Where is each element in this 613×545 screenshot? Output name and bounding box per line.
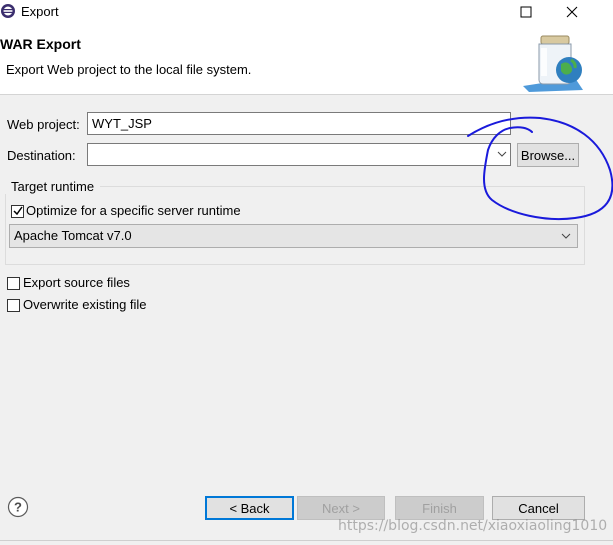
finish-button[interactable]: Finish xyxy=(395,496,484,520)
help-icon[interactable]: ? xyxy=(7,496,29,518)
svg-text:?: ? xyxy=(14,500,22,515)
export-source-label[interactable]: Export source files xyxy=(23,275,130,290)
chevron-down-icon[interactable] xyxy=(496,148,508,160)
overwrite-checkbox[interactable] xyxy=(7,299,20,312)
war-export-jar-icon xyxy=(523,35,583,92)
back-button[interactable]: < Back xyxy=(205,496,294,520)
checkmark-icon xyxy=(13,206,23,216)
web-project-label: Web project: xyxy=(7,117,80,132)
wizard-content: Web project: WYT_JSP Destination: Browse… xyxy=(0,95,613,476)
server-runtime-select[interactable]: Apache Tomcat v7.0 xyxy=(9,224,578,248)
target-runtime-label: Target runtime xyxy=(5,179,101,194)
chevron-down-icon xyxy=(561,233,571,239)
web-project-combo[interactable]: WYT_JSP xyxy=(87,112,511,135)
web-project-value: WYT_JSP xyxy=(92,116,152,131)
close-icon xyxy=(566,6,578,18)
back-button-label: < Back xyxy=(229,500,270,516)
maximize-icon xyxy=(520,6,532,18)
server-runtime-value: Apache Tomcat v7.0 xyxy=(14,228,132,243)
watermark: https://blog.csdn.net/xiaoxiaoling1010 xyxy=(338,518,608,534)
banner-title: WAR Export xyxy=(0,36,81,52)
window-title: Export xyxy=(21,4,59,19)
banner-description: Export Web project to the local file sys… xyxy=(6,62,252,77)
eclipse-icon xyxy=(1,4,15,18)
overwrite-label[interactable]: Overwrite existing file xyxy=(23,297,147,312)
optimize-checkbox[interactable] xyxy=(11,205,24,218)
cancel-button-label: Cancel xyxy=(518,500,559,516)
next-button-label: Next > xyxy=(322,500,360,516)
cancel-button[interactable]: Cancel xyxy=(492,496,585,520)
next-button[interactable]: Next > xyxy=(297,496,385,520)
window-titlebar: Export xyxy=(0,0,613,24)
finish-button-label: Finish xyxy=(422,500,457,516)
maximize-button[interactable] xyxy=(503,0,549,24)
wizard-banner: WAR Export Export Web project to the loc… xyxy=(0,24,613,94)
destination-combo[interactable] xyxy=(87,143,511,166)
destination-label: Destination: xyxy=(7,148,76,163)
close-button[interactable] xyxy=(549,0,595,24)
taskbar-strip xyxy=(0,540,613,545)
browse-button-label: Browse... xyxy=(520,147,576,163)
export-source-checkbox[interactable] xyxy=(7,277,20,290)
browse-button[interactable]: Browse... xyxy=(517,143,579,167)
optimize-label[interactable]: Optimize for a specific server runtime xyxy=(26,203,241,218)
